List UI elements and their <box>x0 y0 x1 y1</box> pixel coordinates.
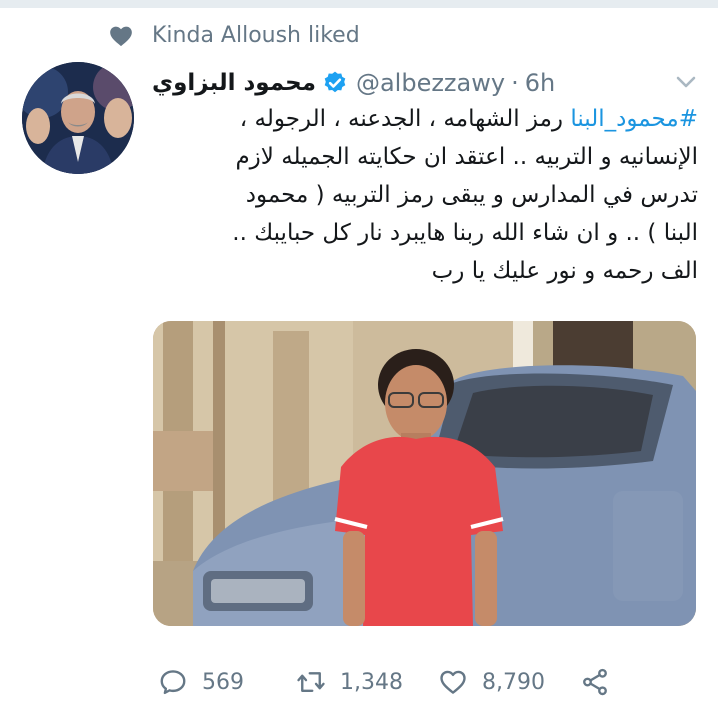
retweet-icon <box>297 672 325 692</box>
tweet-text-line-2: الإنسانيه و التربيه .. اعتقد ان حكايته ا… <box>235 144 698 170</box>
retweet-count: 1,348 <box>340 669 403 695</box>
photo-image <box>153 321 696 626</box>
like-count: 8,790 <box>482 669 545 695</box>
tweet-text-line-3: تدرس في المدارس و يبقى رمز التربيه ( محم… <box>245 182 698 208</box>
tweet-text-line-1: #محمود_البنا رمز الشهامه ، الجدعنه ، الر… <box>152 100 698 138</box>
tweet-media-photo[interactable] <box>153 321 696 626</box>
author-name[interactable]: محمود البزاوي <box>152 70 316 96</box>
retweet-action[interactable]: 1,348 <box>296 660 403 704</box>
header-separator: · <box>511 69 519 97</box>
reply-icon <box>160 670 186 695</box>
avatar-image <box>22 62 134 174</box>
author-handle[interactable]: @albezzawy <box>356 69 505 97</box>
share-icon <box>583 668 607 696</box>
tweet-header: محمود البزاوي @albezzawy · 6h <box>152 66 555 100</box>
reply-action[interactable]: 569 <box>158 660 244 704</box>
social-context-text: Kinda Alloush liked <box>152 23 360 48</box>
top-divider <box>0 0 718 8</box>
tweet-timestamp[interactable]: 6h <box>525 69 555 97</box>
like-action[interactable]: 8,790 <box>438 660 545 704</box>
reply-count: 569 <box>202 669 244 695</box>
like-heart-icon <box>440 670 466 694</box>
tweet-text-line-1-rest: رمز الشهامه ، الجدعنه ، الرجوله ، <box>239 106 571 132</box>
hashtag-link[interactable]: #محمود_البنا <box>570 106 698 132</box>
tweet-actions: 569 1,348 8,790 <box>0 660 718 704</box>
verified-badge-icon <box>324 71 346 93</box>
tweet-text: #محمود_البنا رمز الشهامه ، الجدعنه ، الر… <box>152 100 698 290</box>
heart-icon <box>110 26 132 47</box>
avatar[interactable] <box>22 62 134 174</box>
chevron-down-icon[interactable] <box>672 70 700 94</box>
tweet-text-line-5: الف رحمه و نور عليك يا رب <box>431 258 698 284</box>
tweet-text-line-4: البنا ) .. و ان شاء الله ربنا هايبرد نار… <box>232 220 698 246</box>
share-action[interactable] <box>580 660 610 704</box>
